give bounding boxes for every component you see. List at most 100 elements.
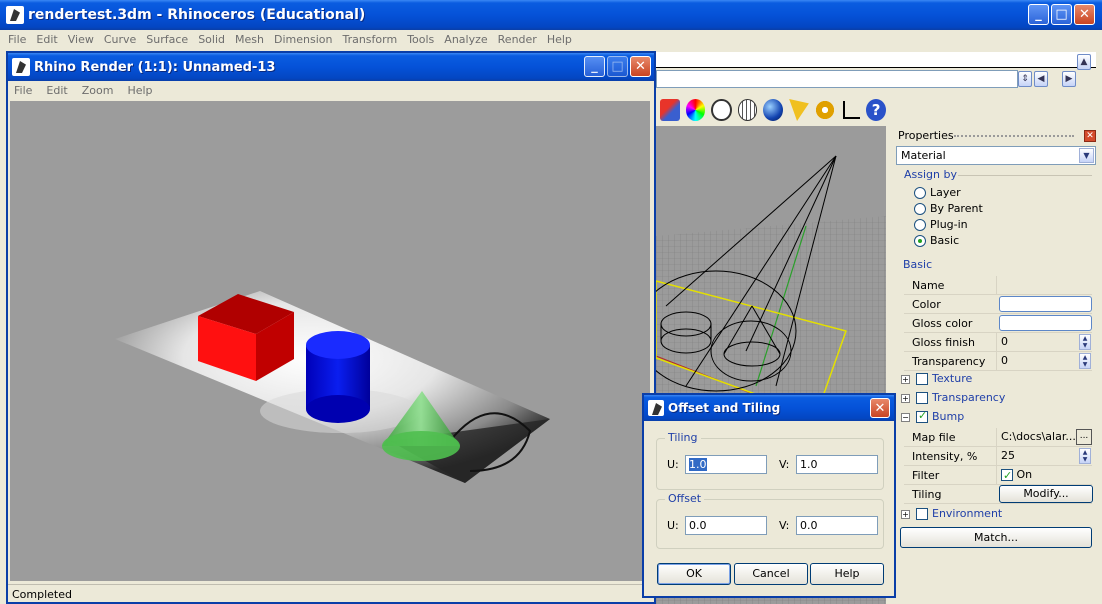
filter-checkbox[interactable] (1001, 467, 1013, 485)
cancel-button[interactable]: Cancel (734, 563, 808, 585)
texture-section[interactable]: Texture (916, 372, 972, 385)
render-window-title: Rhino Render (1:1): Unnamed-13 (34, 59, 276, 75)
close-button[interactable]: ✕ (1074, 4, 1095, 25)
radio-by-parent-indicator[interactable] (914, 202, 926, 215)
color-swatch-button[interactable] (999, 296, 1092, 312)
intensity-field[interactable]: 25 ▲ ▼ (996, 447, 1092, 466)
menu-solid[interactable]: Solid (198, 33, 225, 46)
tiling-u-input[interactable]: 1.0 (685, 455, 767, 474)
render-title-bar[interactable]: Rhino Render (1:1): Unnamed-13 _ □ ✕ (8, 53, 654, 81)
render-menu-bar: File Edit Zoom Help (8, 81, 654, 99)
filter-value: On (1016, 468, 1033, 481)
row-gloss-color: Gloss color (904, 314, 1092, 333)
menu-tools[interactable]: Tools (407, 33, 434, 46)
assign-by-label: Assign by (904, 168, 957, 181)
command-area: ▲ ⇕ ◀ ▶ (656, 50, 1098, 92)
texture-expand-icon[interactable]: + (901, 375, 910, 384)
render-maximize-button[interactable]: □ (607, 56, 628, 77)
gear-icon[interactable] (814, 99, 835, 121)
bump-collapse-icon[interactable]: − (901, 413, 910, 422)
name-field[interactable] (996, 276, 1092, 295)
radio-basic[interactable]: Basic (914, 234, 959, 247)
intensity-spinner-icon[interactable]: ▲ ▼ (1079, 448, 1091, 464)
menu-mesh[interactable]: Mesh (235, 33, 264, 46)
menu-surface[interactable]: Surface (146, 33, 188, 46)
texture-checkbox[interactable] (916, 372, 928, 385)
gloss-color-swatch-button[interactable] (999, 315, 1092, 331)
render-menu-edit[interactable]: Edit (46, 84, 67, 97)
dimension-icon[interactable] (840, 99, 861, 121)
menu-view[interactable]: View (68, 33, 94, 46)
properties-header: Properties (898, 129, 954, 142)
environment-section[interactable]: Environment (916, 507, 1002, 520)
shaded-sphere-icon[interactable] (763, 99, 784, 121)
panel-grip[interactable] (954, 135, 1074, 137)
chevron-down-icon[interactable]: ▼ (1079, 148, 1094, 163)
render-minimize-button[interactable]: _ (584, 56, 605, 77)
command-prev-icon[interactable]: ◀ (1034, 71, 1048, 87)
gloss-finish-value: 0 (1001, 335, 1008, 348)
transparency-section[interactable]: Transparency (916, 391, 1005, 404)
match-button[interactable]: Match... (900, 527, 1092, 548)
tiling-v-input[interactable]: 1.0 (796, 455, 878, 474)
help-button[interactable]: Help (810, 563, 884, 585)
radio-plug-in-indicator[interactable] (914, 218, 926, 231)
wireframe-sphere-icon[interactable] (711, 99, 732, 121)
radio-basic-indicator[interactable] (914, 234, 926, 247)
menu-analyze[interactable]: Analyze (444, 33, 487, 46)
render-close-button[interactable]: ✕ (630, 56, 651, 77)
radio-layer-indicator[interactable] (914, 186, 926, 199)
bump-checkbox[interactable] (916, 409, 928, 423)
command-next-icon[interactable]: ▶ (1062, 71, 1076, 87)
modify-tiling-button[interactable]: Modify... (999, 485, 1093, 503)
radio-plug-in[interactable]: Plug-in (914, 218, 968, 231)
main-title-bar[interactable]: rendertest.3dm - Rhinoceros (Educational… (0, 0, 1102, 30)
offset-u-input[interactable]: 0.0 (685, 516, 767, 535)
help-icon[interactable]: ? (866, 99, 886, 121)
properties-close-icon[interactable]: ✕ (1084, 130, 1096, 142)
command-input[interactable] (656, 70, 1018, 88)
color-wheel-icon[interactable] (685, 99, 706, 121)
transparency-field[interactable]: 0 ▲ ▼ (996, 352, 1092, 371)
render-icon[interactable] (660, 99, 680, 121)
command-spin-icon[interactable]: ⇕ (1018, 71, 1032, 87)
menu-render[interactable]: Render (498, 33, 537, 46)
radio-layer[interactable]: Layer (914, 186, 961, 199)
browse-button[interactable]: ... (1076, 429, 1092, 445)
spotlight-icon[interactable] (789, 99, 809, 121)
radio-by-parent[interactable]: By Parent (914, 202, 983, 215)
properties-type-select[interactable]: Material ▼ (896, 146, 1096, 165)
render-menu-help[interactable]: Help (127, 84, 152, 97)
menu-edit[interactable]: Edit (36, 33, 57, 46)
gloss-finish-field[interactable]: 0 ▲ ▼ (996, 333, 1092, 352)
transparency-spinner-icon[interactable]: ▲ ▼ (1079, 353, 1091, 369)
dialog-title-bar[interactable]: Offset and Tiling ✕ (644, 395, 894, 421)
environment-checkbox[interactable] (916, 507, 928, 520)
render-menu-file[interactable]: File (14, 84, 32, 97)
environment-expand-icon[interactable]: + (901, 510, 910, 519)
map-file-label: Map file (912, 431, 956, 444)
row-gloss-finish: Gloss finish 0 ▲ ▼ (904, 333, 1092, 352)
maximize-button[interactable]: □ (1051, 4, 1072, 25)
command-history-scroll-up-icon[interactable]: ▲ (1077, 54, 1091, 70)
menu-dimension[interactable]: Dimension (274, 33, 332, 46)
menu-file[interactable]: File (8, 33, 26, 46)
tiling-legend: Tiling (665, 431, 701, 444)
transparency-expand-icon[interactable]: + (901, 394, 910, 403)
minimize-button[interactable]: _ (1028, 4, 1049, 25)
gloss-finish-spinner-icon[interactable]: ▲ ▼ (1079, 334, 1091, 350)
menu-curve[interactable]: Curve (104, 33, 136, 46)
transparency-checkbox[interactable] (916, 391, 928, 404)
mesh-sphere-icon[interactable] (737, 99, 758, 121)
offset-v-input[interactable]: 0.0 (796, 516, 878, 535)
map-file-field[interactable]: C:\docs\alar...... (996, 428, 1092, 447)
menu-help[interactable]: Help (547, 33, 572, 46)
filter-field[interactable]: On (996, 466, 1092, 485)
render-menu-zoom[interactable]: Zoom (82, 84, 114, 97)
basic-section-label: Basic (903, 258, 933, 271)
bump-section[interactable]: Bump (916, 409, 964, 423)
dialog-close-button[interactable]: ✕ (870, 398, 890, 418)
ok-button[interactable]: OK (657, 563, 731, 585)
main-menu-bar: File Edit View Curve Surface Solid Mesh … (0, 30, 1102, 48)
menu-transform[interactable]: Transform (342, 33, 397, 46)
